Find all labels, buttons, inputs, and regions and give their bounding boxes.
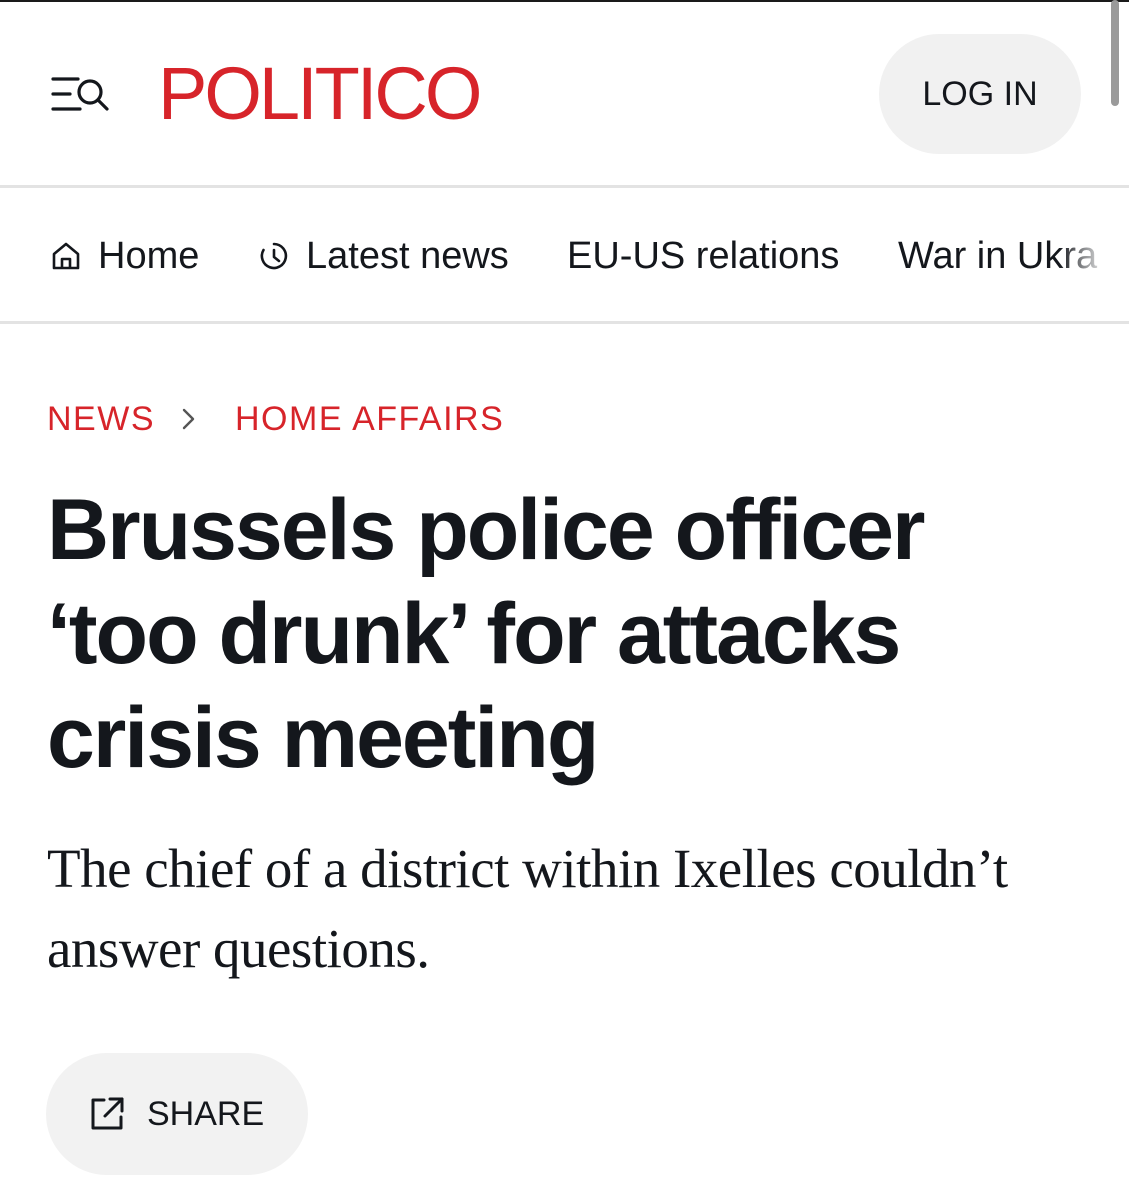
section-nav: Home Latest news EU-US relations War in … (0, 188, 1129, 322)
menu-search-icon[interactable] (50, 72, 112, 118)
nav-item-eu-us-relations[interactable]: EU-US relations (567, 230, 839, 282)
nav-item-label: Home (98, 234, 200, 277)
nav-item-label: War in Ukra (898, 234, 1098, 277)
article-headline: Brussels police officer ‘too drunk’ for … (47, 482, 925, 786)
nav-item-label: Latest news (306, 234, 509, 277)
share-label: SHARE (147, 1095, 265, 1133)
nav-item-home[interactable]: Home (50, 230, 199, 282)
share-external-icon (91, 1097, 124, 1130)
breadcrumb-news[interactable]: NEWS (47, 398, 155, 440)
share-button[interactable]: SHARE (46, 1053, 308, 1175)
politico-logo[interactable]: POLITICO (158, 46, 482, 142)
clock-icon (260, 242, 288, 270)
article-dek: The chief of a district within Ixelles c… (47, 838, 1008, 979)
nav-item-label: EU-US relations (567, 234, 840, 277)
nav-item-latest-news[interactable]: Latest news (258, 230, 509, 282)
nav-divider (0, 321, 1129, 324)
breadcrumb: NEWS HOME AFFAIRS (47, 398, 747, 440)
nav-item-war-in-ukraine[interactable]: War in Ukra (898, 230, 1097, 282)
site-header: POLITICO LOG IN (0, 2, 1129, 186)
breadcrumb-home-affairs[interactable]: HOME AFFAIRS (235, 398, 504, 440)
home-icon (52, 242, 80, 270)
login-button[interactable]: LOG IN (879, 34, 1081, 154)
chevron-right-icon (182, 408, 195, 430)
